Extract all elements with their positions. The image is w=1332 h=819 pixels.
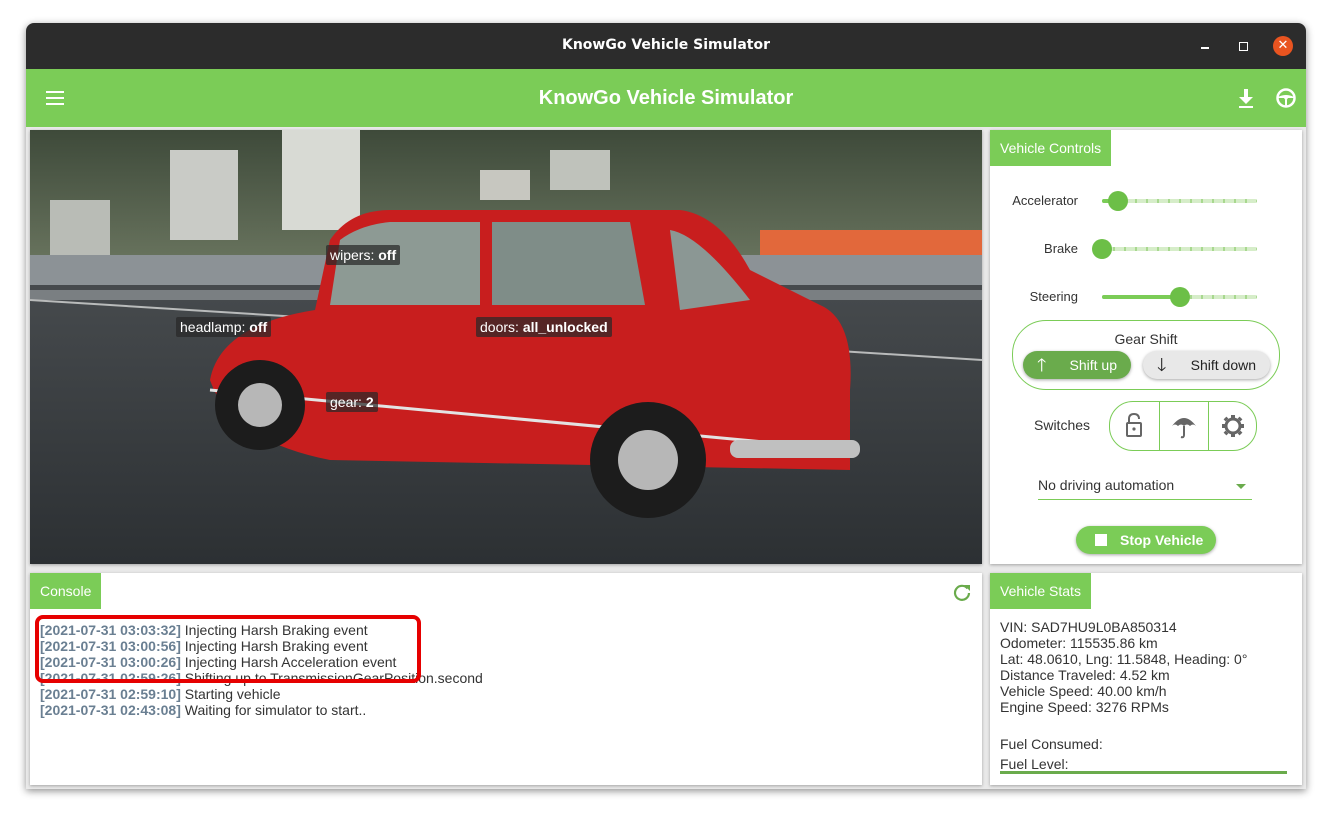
vin-text: VIN: SAD7HU9L0BA850314: [1000, 619, 1177, 635]
console-panel: Console [2021-07-31 03:03:32] Injecting …: [30, 573, 982, 785]
app-window: KnowGo Vehicle Simulator ✕ KnowGo Vehicl…: [26, 23, 1306, 789]
fuel-level-fill: [1000, 771, 1287, 774]
doors-label: doors: all_unlocked: [476, 317, 612, 337]
fuel-level-bar: [1000, 771, 1287, 774]
switches-label: Switches: [1034, 417, 1091, 433]
distance-text: Distance Traveled: 4.52 km: [1000, 667, 1170, 683]
engine-speed-text: Engine Speed: 3276 RPMs: [1000, 699, 1169, 715]
app-title: KnowGo Vehicle Simulator: [538, 87, 794, 109]
stats-lines: VIN: SAD7HU9L0BA850314 Odometer: 115535.…: [1000, 619, 1247, 715]
vehicle-controls-tab: Vehicle Controls: [990, 130, 1112, 166]
arrow-up-icon: 🡑: [1037, 355, 1047, 375]
shift-up-label: Shift up: [1069, 357, 1117, 373]
minimize-button[interactable]: [1195, 36, 1215, 56]
arrow-down-icon: 🡓: [1157, 355, 1167, 375]
headlamp-label: headlamp: off: [176, 317, 272, 337]
wipers-label: wipers: off: [326, 245, 401, 265]
maximize-icon: [1238, 42, 1248, 51]
steering-label: Steering: [1029, 289, 1078, 304]
door-lock-toggle[interactable]: [1110, 402, 1158, 450]
switches-group: [1109, 401, 1257, 451]
log-entry: [2021-07-31 02:59:10] Starting vehicle: [40, 686, 281, 702]
shift-down-label: Shift down: [1190, 357, 1256, 373]
gear-shift-group: Gear Shift 🡑 Shift up 🡓 Shift down: [1012, 320, 1280, 390]
accelerator-label: Accelerator: [1012, 193, 1078, 208]
settings-toggle[interactable]: [1208, 402, 1256, 450]
minimize-icon: [1201, 47, 1209, 49]
car-photo: [30, 130, 982, 564]
maximize-button[interactable]: [1233, 36, 1253, 56]
accelerator-slider[interactable]: [1102, 191, 1257, 211]
wipers-toggle[interactable]: [1159, 402, 1208, 450]
window-title: KnowGo Vehicle Simulator: [561, 37, 771, 53]
vehicle-controls-panel: Vehicle Controls Accelerator Brake Steer…: [990, 130, 1302, 564]
shift-down-button[interactable]: 🡓 Shift down: [1143, 351, 1270, 379]
window-titlebar: KnowGo Vehicle Simulator ✕: [26, 23, 1306, 69]
close-icon: ✕: [1277, 38, 1289, 53]
refresh-icon[interactable]: [952, 583, 972, 603]
close-button[interactable]: ✕: [1273, 36, 1293, 56]
app-bar: KnowGo Vehicle Simulator: [26, 69, 1306, 127]
brake-slider[interactable]: [1092, 239, 1257, 259]
gear-shift-title: Gear Shift: [1114, 331, 1178, 347]
stop-vehicle-button[interactable]: Stop Vehicle: [1076, 526, 1216, 554]
stop-vehicle-label: Stop Vehicle: [1120, 532, 1204, 548]
fuel-consumed-text: Fuel Consumed:: [1000, 736, 1103, 752]
automation-level-select[interactable]: No driving automation: [1038, 473, 1252, 500]
shift-up-button[interactable]: 🡑 Shift up: [1023, 351, 1131, 379]
highlight-box: [35, 615, 421, 683]
accelerator-thumb[interactable]: [1107, 191, 1128, 211]
fuel-level-text: Fuel Level:: [1000, 756, 1069, 772]
stop-icon: [1095, 534, 1107, 546]
download-icon[interactable]: [1236, 87, 1256, 109]
speed-text: Vehicle Speed: 40.00 km/h: [1000, 683, 1167, 699]
log-entry: [2021-07-31 02:43:08] Waiting for simula…: [40, 702, 367, 718]
umbrella-icon: [1172, 418, 1196, 439]
brake-label: Brake: [1044, 241, 1078, 256]
gear-icon: [1222, 415, 1244, 437]
vehicle-stats-tab: Vehicle Stats: [990, 573, 1091, 609]
steering-thumb[interactable]: [1169, 287, 1190, 307]
vehicle-viewer: wipers: off headlamp: off doors: all_unl…: [30, 130, 982, 564]
steering-slider[interactable]: [1102, 287, 1257, 307]
odometer-text: Odometer: 115535.86 km: [1000, 635, 1158, 651]
lock-icon: [1126, 412, 1142, 437]
console-tab: Console: [30, 573, 102, 609]
brake-thumb[interactable]: [1092, 239, 1112, 259]
automation-level-value: No driving automation: [1038, 477, 1175, 493]
position-text: Lat: 48.0610, Lng: 11.5848, Heading: 0°: [1000, 651, 1248, 667]
chevron-down-icon: [1236, 484, 1246, 489]
steering-wheel-icon[interactable]: [1276, 88, 1296, 108]
gear-label: gear: 2: [326, 392, 378, 412]
vehicle-stats-panel: Vehicle Stats VIN: SAD7HU9L0BA850314 Odo…: [990, 573, 1302, 785]
